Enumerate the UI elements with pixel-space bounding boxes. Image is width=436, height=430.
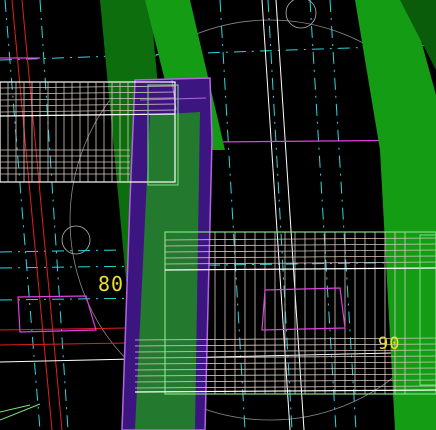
dimension-label-right: 90 — [378, 334, 401, 354]
purple-column[interactable] — [121, 77, 213, 430]
drawing-canvas[interactable] — [0, 0, 436, 430]
small-circle-top — [285, 0, 317, 29]
dimension-label-left: 80 — [98, 272, 125, 296]
cad-viewport[interactable]: 80 90 — [0, 0, 436, 430]
small-circle-left — [61, 225, 91, 255]
green-fragment-lines — [0, 403, 41, 421]
